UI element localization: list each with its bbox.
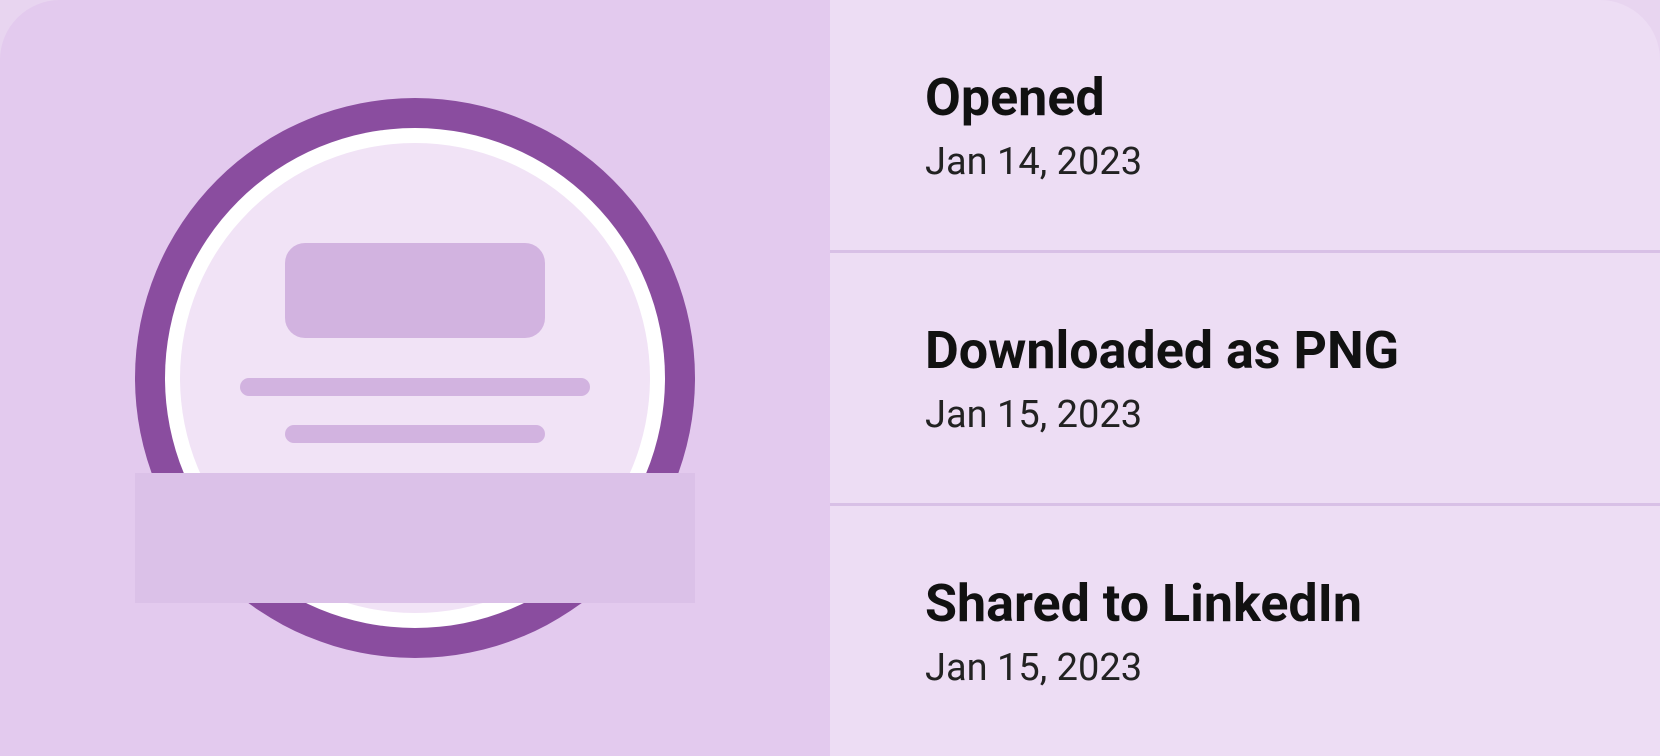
activity-title: Downloaded as PNG xyxy=(925,320,1660,381)
activity-title: Opened xyxy=(925,67,1660,128)
thumbnail-content-block xyxy=(285,243,545,338)
activity-title: Shared to LinkedIn xyxy=(925,573,1660,634)
activity-list: Opened Jan 14, 2023 Downloaded as PNG Ja… xyxy=(830,0,1660,756)
activity-item-downloaded[interactable]: Downloaded as PNG Jan 15, 2023 xyxy=(830,253,1660,506)
activity-item-opened[interactable]: Opened Jan 14, 2023 xyxy=(830,0,1660,253)
document-preview-panel xyxy=(0,0,830,756)
activity-date: Jan 15, 2023 xyxy=(925,646,1660,690)
activity-item-shared[interactable]: Shared to LinkedIn Jan 15, 2023 xyxy=(830,506,1660,756)
activity-date: Jan 15, 2023 xyxy=(925,393,1660,437)
thumbnail-content-line xyxy=(240,378,590,396)
thumbnail-footer-band xyxy=(135,473,695,603)
document-thumbnail xyxy=(135,98,695,658)
thumbnail-content-line xyxy=(285,425,545,443)
activity-date: Jan 14, 2023 xyxy=(925,140,1660,184)
